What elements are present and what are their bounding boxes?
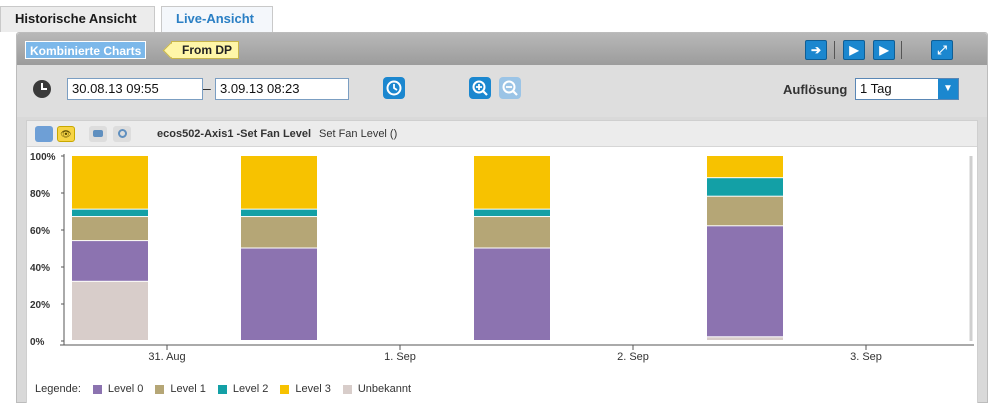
source-badge: From DP bbox=[171, 41, 240, 59]
series-detail: Set Fan Level () bbox=[319, 128, 398, 140]
legend-item: Level 1 bbox=[155, 383, 206, 395]
chart-type-icon[interactable] bbox=[35, 126, 53, 142]
chevron-down-icon: ▼ bbox=[938, 79, 958, 99]
legend-swatch bbox=[342, 384, 352, 394]
stacked-bar-chart: 0% 20% 40% 60% 80% 100% 31. Aug 1. Sep 2. Sep 3. … bbox=[30, 152, 974, 363]
bar-segment bbox=[241, 209, 317, 217]
legend: Legende: Level 0 Level 1 Level 2 Level 3 Unb… bbox=[35, 383, 411, 395]
legend-label: Level 1 bbox=[170, 383, 206, 395]
toolbar-divider bbox=[834, 41, 835, 59]
zoom-out-button[interactable] bbox=[499, 77, 521, 99]
y-tick-label: 20% bbox=[30, 300, 50, 311]
legend-prefix: Legende: bbox=[35, 383, 81, 395]
datapoint-icon[interactable] bbox=[113, 126, 131, 142]
y-tick-label: 40% bbox=[30, 263, 50, 274]
zoom-in-button[interactable] bbox=[469, 77, 491, 99]
bar-segment bbox=[474, 217, 550, 248]
x-tick-label: 2. Sep bbox=[617, 351, 649, 363]
bar-segment bbox=[707, 178, 783, 196]
expand-icon: ⤢ bbox=[937, 43, 947, 57]
legend-item: Level 0 bbox=[92, 383, 144, 395]
export-button[interactable]: ▶ bbox=[843, 40, 865, 60]
add-datapoint-button[interactable]: ➔ bbox=[805, 40, 827, 60]
legend-label: Level 2 bbox=[232, 383, 269, 395]
comment-icon[interactable] bbox=[89, 126, 107, 142]
bar-segment bbox=[707, 226, 783, 337]
zoom-in-icon bbox=[469, 77, 491, 99]
legend-item: Level 2 bbox=[217, 383, 269, 395]
tab-historische-ansicht[interactable]: Historische Ansicht bbox=[0, 6, 155, 32]
zoom-out-icon bbox=[499, 77, 521, 99]
y-tick-label: 100% bbox=[30, 152, 56, 163]
bar-segment bbox=[707, 196, 783, 226]
legend-swatch bbox=[280, 384, 290, 394]
bar-segment bbox=[72, 217, 148, 241]
bar-segment bbox=[707, 337, 783, 340]
refresh-time-button[interactable] bbox=[383, 77, 405, 99]
bar-segment bbox=[474, 248, 550, 340]
bar-segment bbox=[72, 209, 148, 217]
resolution-value: 1 Tag bbox=[860, 81, 892, 96]
legend-label: Unbekannt bbox=[357, 383, 412, 395]
y-tick-label: 80% bbox=[30, 189, 50, 200]
clock-refresh-icon bbox=[383, 77, 405, 99]
tab-bar: Historische Ansicht Live-Ansicht bbox=[0, 0, 992, 32]
fullscreen-button[interactable]: ⤢ bbox=[931, 40, 953, 60]
filter-row: 30.08.13 09:55 – 3.09.13 08:23 Auflösung… bbox=[17, 65, 987, 117]
date-range-separator: – bbox=[203, 80, 211, 96]
legend-swatch bbox=[92, 384, 102, 394]
panel-header: Kombinierte Charts From DP ➔ ▶ ▶ ⤢ bbox=[17, 33, 987, 65]
x-tick-label: 31. Aug bbox=[148, 351, 185, 363]
export-all-document-icon: ▶ bbox=[879, 43, 889, 57]
legend-swatch bbox=[155, 384, 165, 394]
bar-segment bbox=[241, 217, 317, 248]
clock-icon bbox=[33, 80, 51, 98]
date-to-input[interactable]: 3.09.13 08:23 bbox=[215, 78, 349, 100]
legend-label: Level 3 bbox=[295, 383, 331, 395]
legend-item: Level 3 bbox=[280, 383, 331, 395]
toolbar-divider bbox=[901, 41, 902, 59]
chart-area: 👁 ecos502-Axis1 -Set Fan Level Set Fan L… bbox=[26, 120, 978, 403]
series-name: ecos502-Axis1 -Set Fan Level bbox=[157, 128, 312, 140]
y-tick-label: 60% bbox=[30, 226, 50, 237]
bar-segment bbox=[72, 241, 148, 281]
chart-toolbar: 👁 ecos502-Axis1 -Set Fan Level Set Fan L… bbox=[27, 121, 977, 147]
bar-segment bbox=[72, 281, 148, 340]
tab-live-ansicht[interactable]: Live-Ansicht bbox=[161, 6, 273, 32]
add-gear-icon: ➔ bbox=[810, 43, 822, 57]
legend-swatch bbox=[217, 384, 227, 394]
y-tick-label: 0% bbox=[30, 337, 45, 348]
bar-segment bbox=[474, 156, 550, 209]
bar-segment bbox=[474, 209, 550, 217]
visibility-eye-icon[interactable]: 👁 bbox=[57, 126, 75, 142]
bar-segment bbox=[241, 248, 317, 340]
export-document-icon: ▶ bbox=[849, 43, 859, 57]
bar-segment bbox=[707, 156, 783, 178]
resolution-select[interactable]: 1 Tag ▼ bbox=[855, 78, 959, 100]
x-tick-label: 3. Sep bbox=[850, 351, 882, 363]
date-from-input[interactable]: 30.08.13 09:55 bbox=[67, 78, 203, 100]
legend-label: Level 0 bbox=[107, 383, 144, 395]
x-tick-label: 1. Sep bbox=[384, 351, 416, 363]
export-all-button[interactable]: ▶ bbox=[873, 40, 895, 60]
panel-title: Kombinierte Charts bbox=[25, 41, 147, 59]
legend-item: Unbekannt bbox=[342, 383, 412, 395]
chart-panel: Kombinierte Charts From DP ➔ ▶ ▶ ⤢ 30.08… bbox=[16, 32, 988, 403]
bar-segment bbox=[72, 156, 148, 209]
legend-items: Level 0 Level 1 Level 2 Level 3 Unbekannt bbox=[81, 383, 411, 395]
resolution-label: Auflösung bbox=[783, 82, 848, 97]
bar-segment bbox=[241, 156, 317, 209]
